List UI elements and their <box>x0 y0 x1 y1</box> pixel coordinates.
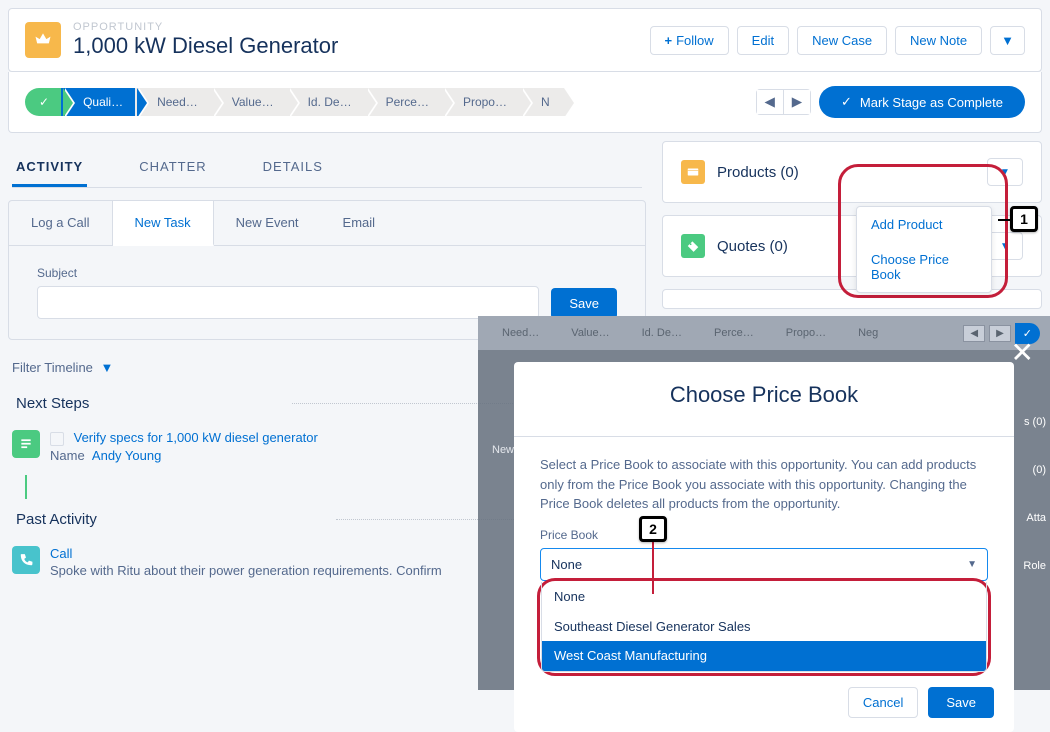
price-book-option[interactable]: None <box>542 582 986 612</box>
products-title: Products (0) <box>717 164 975 181</box>
modal-title: Choose Price Book <box>514 362 1014 437</box>
record-title: 1,000 kW Diesel Generator <box>73 33 338 59</box>
path-stage-complete[interactable]: ✓ <box>25 88 63 116</box>
tab-chatter[interactable]: CHATTER <box>135 149 210 187</box>
new-note-button[interactable]: New Note <box>895 26 982 55</box>
mark-stage-complete-button[interactable]: ✓ Mark Stage as Complete <box>819 86 1025 118</box>
tab-activity[interactable]: ACTIVITY <box>12 149 87 187</box>
modal-save-button[interactable]: Save <box>928 687 994 718</box>
check-icon: ✓ <box>841 94 852 110</box>
modal-cancel-button[interactable]: Cancel <box>848 687 918 718</box>
modal-description: Select a Price Book to associate with th… <box>540 455 988 514</box>
price-book-select[interactable]: None ▼ <box>540 548 988 582</box>
sales-path: ✓ Quali… Need… Value… Id. De… Perce… Pro… <box>8 72 1042 133</box>
chevron-down-icon: ▼ <box>101 360 114 375</box>
past-activity-heading: Past Activity <box>16 511 322 528</box>
choose-price-book-modal: Choose Price Book Select a Price Book to… <box>514 362 1014 732</box>
task-name-link[interactable]: Andy Young <box>92 448 161 463</box>
products-menu-button[interactable]: ▼ <box>987 158 1023 186</box>
composer-tab-log-call[interactable]: Log a Call <box>9 201 113 245</box>
add-product-menu-item[interactable]: Add Product <box>857 207 991 242</box>
new-case-button[interactable]: New Case <box>797 26 887 55</box>
record-type-label: OPPORTUNITY <box>73 21 338 33</box>
quotes-icon <box>681 234 705 258</box>
call-description: Spoke with Ritu about their power genera… <box>50 563 442 578</box>
products-action-menu: Add Product Choose Price Book <box>856 206 992 293</box>
call-icon <box>12 546 40 574</box>
save-task-button[interactable]: Save <box>551 288 617 319</box>
background-path-strip: Need… Value… Id. De… Perce… Propo… Neg ◀… <box>478 316 1050 350</box>
callout-1: 1 <box>1010 206 1038 232</box>
composer-tab-new-task[interactable]: New Task <box>113 201 214 246</box>
path-prev-button[interactable]: ◀ <box>757 90 784 114</box>
price-book-options: None Southeast Diesel Generator Sales We… <box>541 582 987 672</box>
modal-close-button[interactable]: ✕ <box>1011 336 1034 369</box>
task-icon <box>12 430 40 458</box>
price-book-option[interactable]: Southeast Diesel Generator Sales <box>542 612 986 642</box>
record-header: OPPORTUNITY 1,000 kW Diesel Generator +F… <box>8 8 1042 72</box>
subject-label: Subject <box>37 266 539 280</box>
callout-2: 2 <box>639 516 667 542</box>
price-book-option-selected[interactable]: West Coast Manufacturing <box>542 641 986 671</box>
task-checkbox[interactable] <box>50 432 64 446</box>
chevron-down-icon: ▼ <box>1000 241 1010 252</box>
composer-tab-new-event[interactable]: New Event <box>214 201 321 245</box>
path-next-button[interactable]: ▶ <box>784 90 810 114</box>
chevron-down-icon: ▼ <box>1000 167 1010 178</box>
composer-tab-email[interactable]: Email <box>321 201 398 245</box>
more-actions-button[interactable]: ▼ <box>990 26 1025 55</box>
products-related-list: Products (0) ▼ <box>662 141 1042 203</box>
follow-button[interactable]: +Follow <box>650 26 729 55</box>
quotes-menu-button[interactable]: ▼ <box>987 232 1023 260</box>
filter-timeline-button[interactable]: Filter Timeline ▼ <box>12 360 113 375</box>
chevron-down-icon: ▼ <box>967 557 977 572</box>
subject-input[interactable] <box>37 286 539 319</box>
choose-price-book-menu-item[interactable]: Choose Price Book <box>857 242 991 292</box>
tab-details[interactable]: DETAILS <box>259 149 327 187</box>
edit-button[interactable]: Edit <box>737 26 789 55</box>
opportunity-icon <box>25 22 61 58</box>
products-icon <box>681 160 705 184</box>
next-steps-heading: Next Steps <box>16 395 278 412</box>
price-book-label: Price Book <box>540 526 988 544</box>
call-link[interactable]: Call <box>50 546 72 561</box>
background-related-strip: s (0) (0) Atta Role <box>1012 398 1050 590</box>
task-link[interactable]: Verify specs for 1,000 kW diesel generat… <box>74 430 318 445</box>
background-hint: New <box>492 444 514 456</box>
